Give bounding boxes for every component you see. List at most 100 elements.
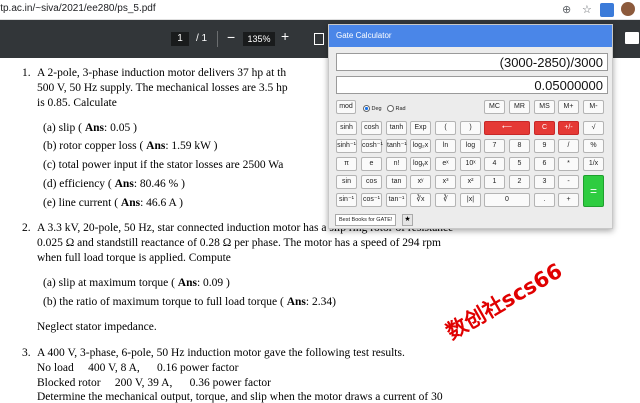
- question-text: A 2-pole, 3-phase induction motor delive…: [37, 67, 287, 79]
- mem-clear-button[interactable]: MC: [484, 100, 505, 114]
- list-item: (a) slip ( Ans: 0.05 ): [43, 122, 137, 134]
- tan-button[interactable]: tan: [386, 175, 407, 189]
- tanh-button[interactable]: tanh: [386, 121, 407, 135]
- question-number: 3.: [22, 347, 31, 359]
- digit-0-button[interactable]: 0: [484, 193, 530, 207]
- negate-button[interactable]: +/-: [558, 121, 579, 135]
- mem-store-button[interactable]: MS: [534, 100, 555, 114]
- rad-radio[interactable]: Rad: [387, 104, 406, 114]
- mod-button[interactable]: mod: [336, 100, 356, 114]
- percent-button[interactable]: %: [583, 139, 604, 153]
- sinh-button[interactable]: sinh: [336, 121, 357, 135]
- list-item: (c) total power input if the stator loss…: [43, 159, 284, 171]
- radio-dot-icon: [387, 105, 394, 113]
- log-button[interactable]: log: [460, 139, 481, 153]
- toolbar-divider: [217, 31, 218, 47]
- sqrt-button[interactable]: √: [583, 121, 604, 135]
- digit-9-button[interactable]: 9: [534, 139, 555, 153]
- list-item: (b) rotor copper loss ( Ans: 1.59 kW ): [43, 140, 218, 152]
- logy-button[interactable]: logᵧx: [410, 157, 431, 171]
- print-icon[interactable]: [625, 32, 639, 44]
- zoom-out-icon[interactable]: −: [227, 29, 235, 45]
- asinh-button[interactable]: sinh⁻¹: [336, 139, 357, 153]
- fit-page-icon[interactable]: [314, 33, 324, 45]
- digit-4-button[interactable]: 4: [484, 157, 505, 171]
- question-text: A 400 V, 3-phase, 6-pole, 50 Hz inductio…: [37, 347, 405, 359]
- mem-recall-button[interactable]: MR: [509, 100, 530, 114]
- gate-calculator: Gate Calculator (3000-2850)/3000 0.05000…: [328, 24, 613, 229]
- question-text: Blocked rotor 200 V, 39 A, 0.36 power fa…: [37, 377, 272, 389]
- equals-button[interactable]: =: [583, 175, 604, 207]
- zoom-in-icon[interactable]: +: [281, 28, 289, 44]
- ten-power-button[interactable]: 10ˣ: [460, 157, 481, 171]
- cos-button[interactable]: cos: [361, 175, 382, 189]
- question-text: when full load torque is applied. Comput…: [37, 252, 231, 264]
- extension-icon[interactable]: [600, 3, 614, 17]
- list-item: (b) the ratio of maximum torque to full …: [43, 296, 336, 308]
- e-button[interactable]: e: [361, 157, 382, 171]
- subtract-button[interactable]: -: [558, 175, 579, 189]
- rad-label: Rad: [395, 106, 406, 112]
- books-tab[interactable]: Best Books for GATE!: [335, 214, 397, 226]
- abs-button[interactable]: |x|: [460, 193, 481, 207]
- mem-subtract-button[interactable]: M-: [583, 100, 604, 114]
- list-item: (d) efficiency ( Ans: 80.46 % ): [43, 178, 185, 190]
- add-button[interactable]: +: [558, 193, 579, 207]
- reciprocal-button[interactable]: 1/x: [583, 157, 604, 171]
- question-text: 500 V, 50 Hz supply. The mechanical loss…: [37, 82, 288, 94]
- power-button[interactable]: xʸ: [410, 175, 431, 189]
- sin-button[interactable]: sin: [336, 175, 357, 189]
- digit-1-button[interactable]: 1: [484, 175, 505, 189]
- factorial-button[interactable]: n!: [386, 157, 407, 171]
- question-text: is 0.85. Calculate: [37, 97, 117, 109]
- cosh-button[interactable]: cosh: [361, 121, 382, 135]
- square-button[interactable]: x²: [460, 175, 481, 189]
- question-number: 2.: [22, 222, 31, 234]
- atanh-button[interactable]: tanh⁻¹: [386, 139, 407, 153]
- digit-8-button[interactable]: 8: [509, 139, 530, 153]
- cube-root-x-button[interactable]: ∛x: [410, 193, 431, 207]
- log2-button[interactable]: log₂x: [410, 139, 431, 153]
- digit-5-button[interactable]: 5: [509, 157, 530, 171]
- atan-button[interactable]: tan⁻¹: [386, 193, 407, 207]
- close-paren-button[interactable]: ): [460, 121, 481, 135]
- cube-root-button[interactable]: ∛: [435, 193, 456, 207]
- url-text[interactable]: itp.ac.in/~siva/2021/ee280/ps_5.pdf: [0, 3, 156, 14]
- note-text: Neglect stator impedance.: [37, 321, 157, 333]
- ln-button[interactable]: ln: [435, 139, 456, 153]
- star-icon[interactable]: ★: [402, 214, 413, 226]
- calculator-title: Gate Calculator: [329, 25, 612, 47]
- digit-2-button[interactable]: 2: [509, 175, 530, 189]
- digit-6-button[interactable]: 6: [534, 157, 555, 171]
- backspace-button[interactable]: ⟵: [484, 121, 530, 135]
- decimal-button[interactable]: .: [534, 193, 555, 207]
- radio-dot-icon: [363, 105, 370, 113]
- zoom-level-input[interactable]: 135%: [243, 32, 275, 46]
- zoom-icon[interactable]: ⊕: [562, 3, 571, 16]
- exp-x-button[interactable]: eˣ: [435, 157, 456, 171]
- divide-button[interactable]: /: [558, 139, 579, 153]
- bookmark-star-icon[interactable]: ☆: [582, 3, 592, 16]
- acos-button[interactable]: cos⁻¹: [361, 193, 382, 207]
- question-text: Determine the mechanical output, torque,…: [37, 391, 443, 403]
- page-total: / 1: [196, 33, 208, 44]
- digit-7-button[interactable]: 7: [484, 139, 505, 153]
- address-bar[interactable]: itp.ac.in/~siva/2021/ee280/ps_5.pdf ⊕ ☆: [0, 0, 640, 20]
- deg-radio[interactable]: Deg: [363, 104, 382, 114]
- question-text: No load 400 V, 8 A, 0.16 power factor: [37, 362, 239, 374]
- asin-button[interactable]: sin⁻¹: [336, 193, 357, 207]
- exp-button[interactable]: Exp: [410, 121, 431, 135]
- multiply-button[interactable]: *: [558, 157, 579, 171]
- result-display[interactable]: 0.05000000: [336, 76, 608, 94]
- list-item: (a) slip at maximum torque ( Ans: 0.09 ): [43, 277, 230, 289]
- mem-add-button[interactable]: M+: [558, 100, 579, 114]
- pi-button[interactable]: π: [336, 157, 357, 171]
- cube-button[interactable]: x³: [435, 175, 456, 189]
- clear-button[interactable]: C: [534, 121, 555, 135]
- acosh-button[interactable]: cosh⁻¹: [361, 139, 383, 153]
- page-number-input[interactable]: 1: [171, 32, 189, 46]
- profile-avatar[interactable]: [621, 2, 635, 16]
- expression-display[interactable]: (3000-2850)/3000: [336, 53, 608, 71]
- digit-3-button[interactable]: 3: [534, 175, 555, 189]
- open-paren-button[interactable]: (: [435, 121, 456, 135]
